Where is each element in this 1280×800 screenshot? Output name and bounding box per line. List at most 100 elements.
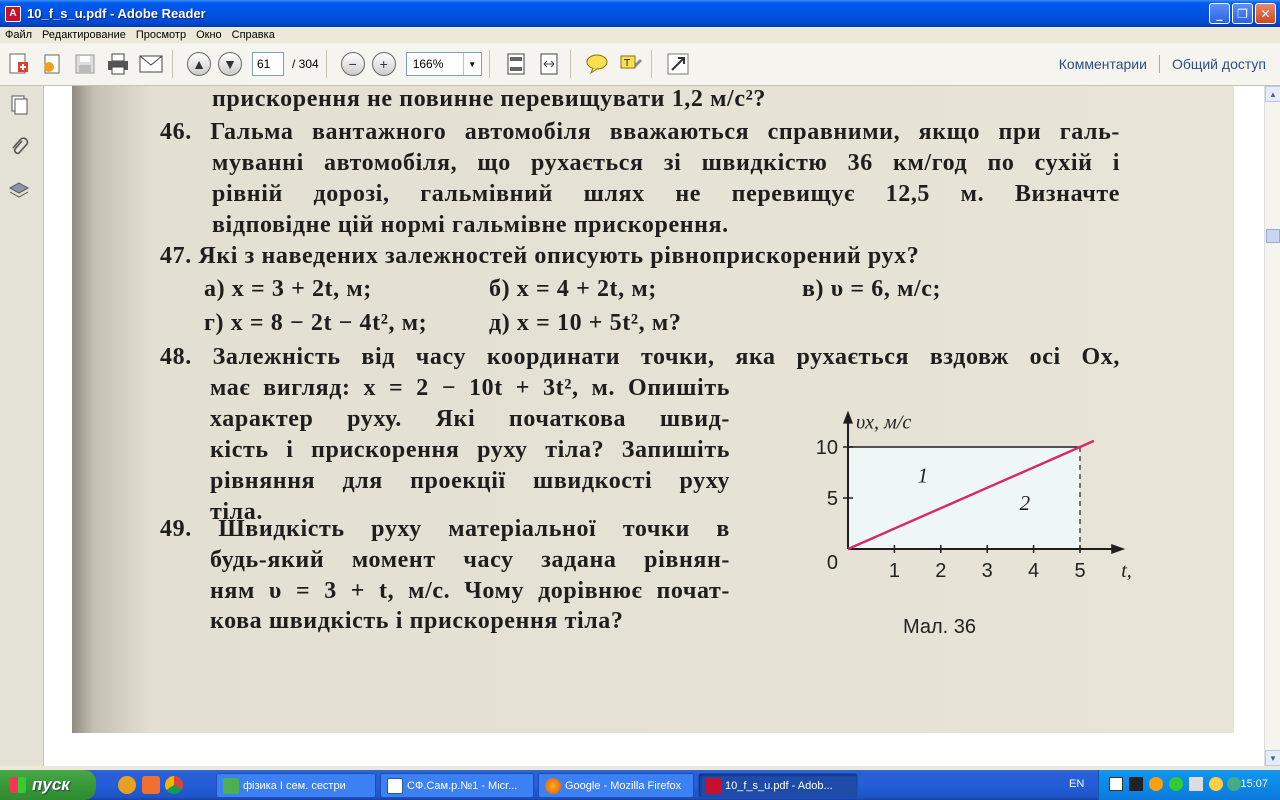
tray-volume-icon[interactable] (1189, 777, 1203, 791)
menu-edit[interactable]: Редактирование (37, 29, 131, 41)
email-icon[interactable] (137, 50, 165, 78)
fit-page-icon[interactable] (502, 50, 530, 78)
tray-window-icon[interactable] (1109, 777, 1123, 791)
figure-caption: Мал. 36 (903, 616, 977, 638)
problem-46-line: муванні автомобіля, що рухається зі швид… (212, 150, 1120, 176)
problem-48-line: рівняння для проекції швидкості руху (210, 468, 730, 494)
tray-update-icon[interactable] (1227, 777, 1241, 791)
create-pdf-icon[interactable] (5, 50, 33, 78)
document-viewport[interactable]: прискорення не повинне перевищувати 1,2 … (44, 86, 1264, 766)
firefox-icon (545, 778, 561, 794)
tray-app-icon[interactable] (1149, 777, 1163, 791)
region-label: 2 (1020, 491, 1031, 515)
toolbar-separator (569, 50, 571, 78)
vertical-scrollbar[interactable]: ▲ ▼ (1264, 86, 1280, 766)
page-down-icon[interactable]: ▼ (218, 52, 242, 76)
toolbar-separator (1158, 55, 1160, 73)
toolbar-right: Комментарии Общий доступ (1059, 55, 1266, 73)
problem-49-line: будь-який момент часу задана рівнян- (210, 547, 730, 573)
attachment-icon[interactable] (8, 136, 30, 158)
edit-pdf-icon[interactable] (38, 50, 66, 78)
taskbar-item[interactable]: СФ.Сам.р.№1 - Micr... (380, 773, 534, 798)
scroll-thumb[interactable] (1266, 229, 1280, 243)
title-bar: A 10_f_s_u.pdf - Adobe Reader _ ❐ ✕ (0, 0, 1280, 27)
quicklaunch-browser-icon[interactable] (118, 776, 136, 794)
problem-46-line: відповідне цій нормі гальмівне прискорен… (212, 212, 729, 238)
share-button[interactable]: Общий доступ (1172, 56, 1266, 72)
system-tray: 15:07 (1098, 770, 1280, 800)
x-tick-label: 5 (1074, 560, 1085, 582)
problem-49-line: ням υ = 3 + t, м/с. Чому дорівнює почат- (210, 578, 730, 604)
scroll-up-icon[interactable]: ▲ (1265, 86, 1280, 102)
expand-icon[interactable] (664, 50, 692, 78)
comment-icon[interactable] (583, 50, 611, 78)
problem-49-line: 49. Швидкість руху матеріальної точки в (160, 516, 730, 542)
task-label: фізика І сем. сестри (243, 779, 346, 792)
windows-logo-icon (10, 777, 26, 793)
x-tick-label: 3 (982, 560, 993, 582)
minimize-button[interactable]: _ (1209, 3, 1230, 24)
origin-label: 0 (827, 552, 838, 574)
maximize-button[interactable]: ❐ (1232, 3, 1253, 24)
zoom-in-icon[interactable]: + (371, 52, 396, 76)
menu-file[interactable]: Файл (0, 29, 37, 41)
problem-46-line: 46. Гальма вантажного автомобіля вважают… (160, 119, 1120, 145)
task-label: 10_f_s_u.pdf - Adob... (725, 779, 833, 792)
toolbar-separator (488, 50, 490, 78)
toolbar-separator (325, 50, 327, 78)
pdf-page: прискорення не повинне перевищувати 1,2 … (72, 86, 1234, 733)
fit-width-icon[interactable] (535, 50, 563, 78)
window-controls: _ ❐ ✕ (1209, 3, 1276, 24)
x-axis-label: t, с (1121, 560, 1132, 582)
zoom-value: 166% (412, 57, 444, 71)
y-tick-label: 5 (827, 488, 838, 510)
toolbar-separator (650, 50, 652, 78)
adobe-reader-icon: A (5, 5, 21, 22)
taskbar-item[interactable]: Google - Mozilla Firefox (538, 773, 694, 798)
zoom-select[interactable]: 166% ▼ (405, 52, 482, 76)
tray-security-icon[interactable] (1209, 777, 1223, 791)
task-label: СФ.Сам.р.№1 - Micr... (407, 779, 518, 792)
y-axis-arrow (843, 410, 853, 424)
option-d: д) x = 10 + 5t², м? (489, 310, 682, 336)
highlight-text-icon[interactable]: T (616, 50, 644, 78)
save-icon[interactable] (71, 50, 99, 78)
quicklaunch-app-icon[interactable] (142, 776, 160, 794)
problem-46-line: рівній дорозі, гальмівний шлях не переви… (212, 181, 1120, 207)
comments-button[interactable]: Комментарии (1059, 56, 1147, 72)
task-label: Google - Mozilla Firefox (565, 779, 682, 792)
page-up-icon[interactable]: ▲ (187, 52, 211, 76)
language-indicator[interactable]: EN (1069, 778, 1084, 790)
toolbar: ▲ ▼ / 304 − + 166% ▼ T Комментарии Общий… (0, 43, 1280, 86)
close-button[interactable]: ✕ (1255, 3, 1276, 24)
menu-window[interactable]: Окно (191, 29, 227, 41)
menu-help[interactable]: Справка (227, 29, 280, 41)
clock: 15:07 (1240, 778, 1268, 790)
print-icon[interactable] (104, 50, 132, 78)
taskbar-item[interactable]: фізика І сем. сестри (216, 773, 376, 798)
x-tick-label: 2 (935, 560, 946, 582)
taskbar-item-active[interactable]: 10_f_s_u.pdf - Adob... (698, 773, 858, 798)
folder-icon (223, 778, 239, 794)
layers-icon[interactable] (8, 180, 30, 202)
start-button[interactable]: пуск (0, 770, 96, 800)
tray-media-icon[interactable] (1129, 777, 1143, 791)
menu-view[interactable]: Просмотр (131, 29, 191, 41)
x-tick-label: 1 (889, 560, 900, 582)
velocity-time-chart: 1 2 3 4 5 5 10 0 1 2 υx, м/с t, с (816, 410, 1132, 582)
quicklaunch-chrome-icon[interactable] (165, 776, 183, 794)
word-document-icon (387, 778, 403, 794)
scroll-down-icon[interactable]: ▼ (1265, 750, 1280, 766)
problem-48-line: характер руху. Які початкова швид- (210, 406, 730, 432)
page-thumbnails-icon[interactable] (8, 94, 30, 116)
navigation-pane (0, 86, 44, 766)
option-g: г) x = 8 − 2t − 4t², м; (204, 310, 428, 336)
tray-network-icon[interactable] (1169, 777, 1183, 791)
svg-text:T: T (623, 58, 631, 69)
page-number-input[interactable] (252, 52, 284, 76)
problem-49-line: кова швидкість і прискорення тіла? (210, 608, 624, 634)
start-label: пуск (32, 775, 70, 794)
chevron-down-icon[interactable]: ▼ (462, 53, 481, 75)
problem-48-line: 48. Залежність від часу координати точки… (160, 344, 1120, 370)
zoom-out-icon[interactable]: − (340, 52, 365, 76)
